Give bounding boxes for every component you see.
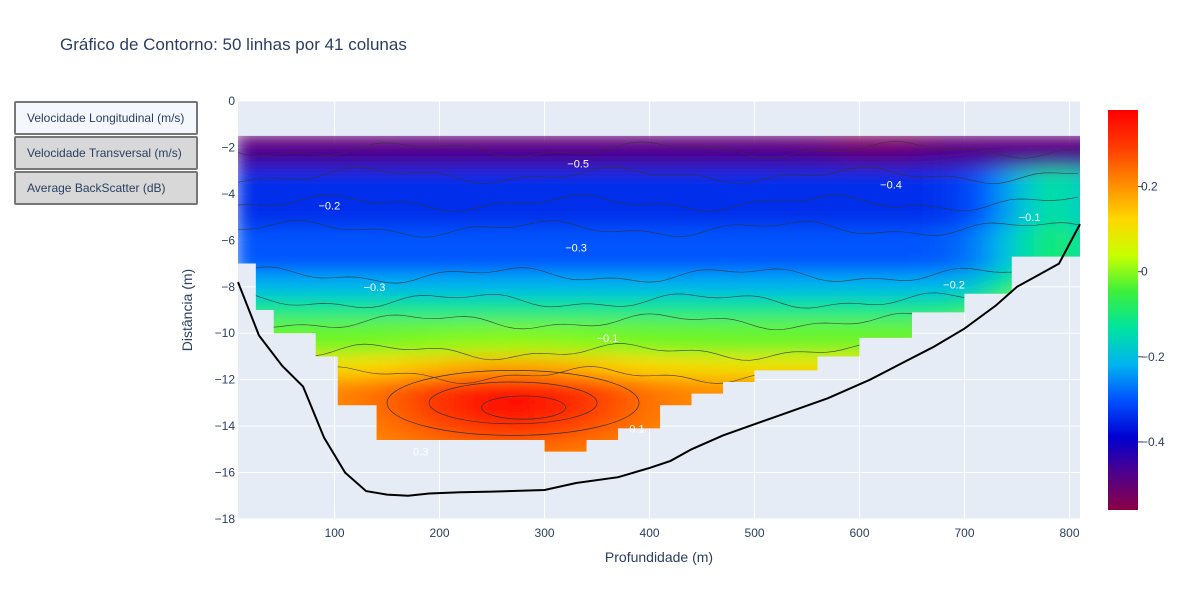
contour-label: −0.1 — [1019, 212, 1041, 224]
colorbar-tick-label: 0.2 — [1141, 180, 1158, 194]
y-tick-label: −18 — [215, 512, 236, 526]
y-tick-label: −2 — [221, 140, 235, 154]
colorbar-tick-label: 0 — [1141, 265, 1148, 279]
contour-label: 0.1 — [629, 423, 644, 435]
contour-label: −0.5 — [567, 159, 589, 171]
x-tick-label: 400 — [640, 526, 660, 540]
x-tick-label: 300 — [535, 526, 555, 540]
x-axis-title: Profundidade (m) — [605, 549, 713, 565]
y-tick-label: −4 — [221, 187, 235, 201]
contour-chart: −0.5 −0.4 −0.2 −0.1 −0.3 −0.3 −0.2 −0.1 0.1 0.3 1… — [179, 94, 1165, 565]
x-axis-ticks: 100 200 300 400 500 600 700 800 — [325, 526, 1080, 540]
colorbar-ticks: 0.2 0 −0.2 −0.4 — [1138, 180, 1165, 449]
contour-label: −0.3 — [565, 242, 587, 254]
colorbar-tick-label: −0.2 — [1141, 350, 1165, 364]
colorbar-tick-label: −0.4 — [1141, 435, 1165, 449]
y-tick-label: −10 — [215, 326, 236, 340]
contour-label: 0.3 — [413, 447, 428, 459]
x-tick-label: 100 — [325, 526, 345, 540]
y-tick-label: −16 — [215, 466, 236, 480]
y-tick-label: −8 — [221, 280, 235, 294]
y-axis-title: Distância (m) — [179, 269, 195, 351]
y-tick-label: −12 — [215, 373, 236, 387]
y-axis-ticks: 0 −2 −4 −6 −8 −10 −12 −14 −16 −18 — [215, 94, 236, 526]
contour-label: −0.1 — [597, 333, 619, 345]
y-tick-label: −6 — [221, 233, 235, 247]
x-tick-label: 800 — [1059, 526, 1079, 540]
y-tick-label: −14 — [215, 419, 236, 433]
x-tick-label: 700 — [954, 526, 974, 540]
contour-label: −0.3 — [364, 282, 386, 294]
y-tick-label: 0 — [228, 94, 235, 108]
contour-label: −0.2 — [318, 201, 340, 213]
x-tick-label: 600 — [850, 526, 870, 540]
x-tick-label: 500 — [745, 526, 765, 540]
contour-label: −0.4 — [880, 180, 902, 192]
x-tick-label: 200 — [430, 526, 450, 540]
colorbar — [1108, 110, 1138, 510]
contour-label: −0.2 — [943, 279, 965, 291]
